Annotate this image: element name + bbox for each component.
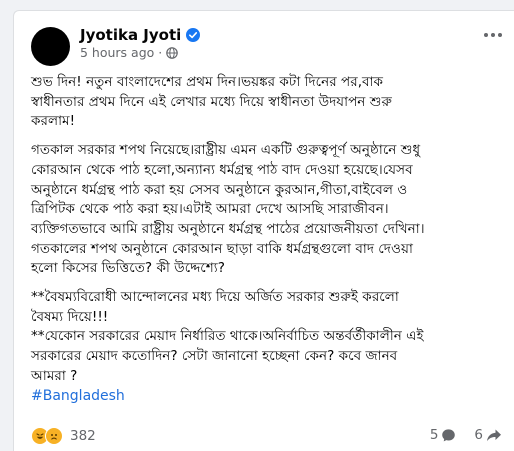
text-line: বৈষম্য দিয়ে!!! xyxy=(31,308,109,325)
meta-separator: · xyxy=(158,45,163,60)
text-line: গতকালের শপথ অনুষ্ঠানে কোরআন ছাড়া বাকি ধ… xyxy=(31,240,413,257)
shares-count-button[interactable]: 6 xyxy=(474,427,502,443)
post-text: শুভ দিন! নতুন বাংলাদেশের প্রথম দিন।ভয়ঙ্… xyxy=(31,73,501,386)
text-line: অনুষ্ঠানে ধর্মগ্রন্থ পাঠ করা হয় সেসব অন… xyxy=(31,181,408,198)
paragraph-1: শুভ দিন! নতুন বাংলাদেশের প্রথম দিন।ভয়ঙ্… xyxy=(31,73,501,131)
share-count: 6 xyxy=(474,427,483,443)
text-line: স্বাধীনতার প্রথম দিনে এই লেখার মধ্যে দিয… xyxy=(31,93,392,110)
reactions-summary[interactable]: 382 xyxy=(31,427,96,445)
text-line: আমরা ? xyxy=(31,367,78,384)
globe-icon xyxy=(166,46,179,59)
author-name[interactable]: Jyotika Jyoti xyxy=(80,26,181,44)
verified-badge-icon xyxy=(186,28,201,42)
more-options-button[interactable] xyxy=(484,33,502,37)
text-line: গতকাল সরকার শপথ নিয়েছে।রাষ্ট্রীয় এমন এ… xyxy=(31,142,421,159)
sad-icon xyxy=(45,427,63,445)
paragraph-3: **বৈষম্যবিরোধী আন্দোলনের মধ্য দিয়ে অর্জ… xyxy=(31,288,501,386)
text-line: **বৈষম্যবিরোধী আন্দোলনের মধ্য দিয়ে অর্জ… xyxy=(31,289,399,306)
text-line: কোরআন থেকে পাঠ হলো,অন্যান্য ধর্মগ্রন্থ প… xyxy=(31,161,413,178)
comment-icon xyxy=(442,428,456,441)
comment-count: 5 xyxy=(429,427,439,443)
text-line: সরকারের মেয়াদ কতোদিন? সেটা জানানো হচ্ছে… xyxy=(31,348,398,365)
reaction-count: 382 xyxy=(70,428,96,444)
avatar[interactable] xyxy=(31,27,70,66)
text-line: ত্রিপিটক থেকে পাঠ করা হয়।এটাই আমরা দেখে… xyxy=(31,201,389,218)
share-icon xyxy=(487,429,501,441)
text-line: শুভ দিন! নতুন বাংলাদেশের প্রথম দিন।ভয়ঙ্… xyxy=(31,74,384,90)
engagement-stats: 5 6 xyxy=(430,427,502,443)
post-meta: 5 hours ago · xyxy=(80,45,179,60)
text-line: হলো কিসের ভিত্তিতে? কী উদ্দেশ্যে? xyxy=(31,260,225,277)
hashtag-link[interactable]: #Bangladesh xyxy=(31,388,125,404)
paragraph-2: গতকাল সরকার শপথ নিয়েছে।রাষ্ট্রীয় এমন এ… xyxy=(31,141,501,278)
text-line: ব্যক্তিগতভাবে আমি রাষ্ট্রীয় অনুষ্ঠানে ধ… xyxy=(31,220,425,237)
post-timestamp[interactable]: 5 hours ago xyxy=(80,45,154,60)
post-card: Jyotika Jyoti 5 hours ago · শুভ দিন! নতু… xyxy=(13,10,514,451)
text-line: করলাম! xyxy=(31,113,76,130)
text-line: **যেকোন সরকারের মেয়াদ নির্ধারিত থাকে।অন… xyxy=(31,328,424,345)
comments-count-button[interactable]: 5 xyxy=(430,427,457,443)
author-row: Jyotika Jyoti xyxy=(80,26,201,44)
